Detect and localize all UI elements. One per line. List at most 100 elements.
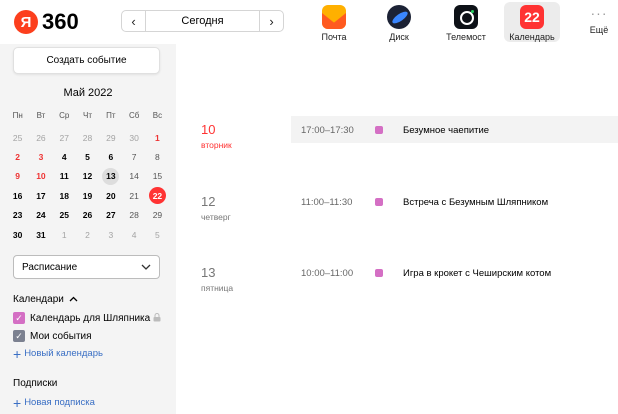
disk-icon — [387, 5, 411, 29]
event-title: Безумное чаепитие — [403, 125, 490, 136]
event-row[interactable]: 11:00–11:30 Встреча с Безумным Шляпником — [291, 188, 618, 215]
mini-calendar-month-title: Май 2022 — [63, 87, 113, 99]
event-color-marker — [375, 198, 383, 206]
calendars-title: Календари — [13, 294, 64, 305]
mini-calendar-day[interactable]: 25 — [6, 128, 29, 147]
plus-icon: + — [13, 394, 22, 411]
mini-calendar-day[interactable]: 8 — [146, 147, 169, 166]
mini-calendar-day[interactable]: 19 — [76, 186, 99, 205]
checkbox-checked-icon[interactable]: ✓ — [13, 330, 25, 342]
create-event-button[interactable]: Создать событие — [13, 47, 160, 74]
sidebar: Создать событие Май 2022 Пн Вт Ср Чт Пт … — [0, 44, 176, 414]
mini-calendar-day-today[interactable]: 22 — [146, 186, 169, 205]
weekday-label: Вт — [36, 111, 46, 120]
event-title: Встреча с Безумным Шляпником — [403, 197, 549, 208]
mini-calendar-day[interactable]: 30 — [6, 225, 29, 244]
mini-calendar-day[interactable]: 29 — [99, 128, 122, 147]
new-calendar-label: Новый календарь — [24, 348, 103, 359]
mini-calendar-day[interactable]: 27 — [99, 206, 122, 225]
mini-calendar-day[interactable]: 3 — [99, 225, 122, 244]
checkbox-checked-icon[interactable]: ✓ — [13, 312, 25, 324]
event-time: 10:00–11:00 — [301, 268, 354, 279]
schedule-view: 10 вторник 17:00–17:30 Безумное чаепитие… — [176, 44, 618, 414]
weekday-label: Ср — [59, 111, 70, 120]
mini-calendar-day[interactable]: 30 — [122, 128, 145, 147]
app-mail[interactable]: Почта — [306, 2, 362, 42]
mini-calendar-day[interactable]: 2 — [6, 147, 29, 166]
event-time: 17:00–17:30 — [301, 125, 354, 136]
mail-icon — [322, 5, 346, 29]
view-mode-select[interactable]: Расписание — [13, 255, 160, 279]
mini-calendar-day[interactable]: 20 — [99, 186, 122, 205]
more-label: Ещё — [589, 25, 609, 35]
today-button[interactable]: Сегодня — [146, 11, 259, 31]
mini-calendar-day[interactable]: 31 — [29, 225, 52, 244]
app-telemost[interactable]: Телемост — [438, 2, 494, 42]
mini-calendar-day[interactable]: 4 — [122, 225, 145, 244]
plus-icon: + — [13, 345, 22, 362]
mini-calendar-day[interactable]: 26 — [29, 128, 52, 147]
telemost-icon — [454, 5, 478, 29]
new-subscription-link[interactable]: + Новая подписка — [13, 394, 95, 411]
schedule-date-day: 13 — [201, 265, 216, 280]
yandex-logo-icon: Я — [14, 10, 38, 34]
app-calendar[interactable]: 22 Календарь — [504, 2, 560, 42]
mini-calendar-day[interactable]: 23 — [6, 206, 29, 225]
event-row[interactable]: 17:00–17:30 Безумное чаепитие — [291, 116, 618, 143]
calendar-item-hatter[interactable]: ✓ Календарь для Шляпника — [13, 312, 161, 324]
mini-calendar-day[interactable]: 17 — [29, 186, 52, 205]
new-calendar-link[interactable]: + Новый календарь — [13, 345, 103, 362]
mini-calendar-day[interactable]: 27 — [53, 128, 76, 147]
mini-calendar-day[interactable]: 11 — [53, 167, 76, 186]
app-calendar-label: Календарь — [509, 32, 555, 42]
mini-calendar-day[interactable]: 15 — [146, 167, 169, 186]
more-apps-button[interactable]: ··· Ещё — [582, 6, 616, 35]
new-subscription-label: Новая подписка — [24, 397, 95, 408]
mini-calendar-day[interactable]: 14 — [122, 167, 145, 186]
mini-calendar-day[interactable]: 10 — [29, 167, 52, 186]
lock-icon — [153, 312, 161, 324]
mini-calendar-day[interactable]: 3 — [29, 147, 52, 166]
event-color-marker — [375, 269, 383, 277]
mini-calendar-day[interactable]: 24 — [29, 206, 52, 225]
mini-calendar-days: 25 26 27 28 29 30 1 2 3 4 5 6 7 8 9 10 1… — [6, 128, 169, 244]
next-period-button[interactable]: › — [259, 11, 283, 31]
mini-calendar-day[interactable]: 9 — [6, 167, 29, 186]
event-color-marker — [375, 126, 383, 134]
app-mail-label: Почта — [321, 32, 347, 42]
mini-calendar-day[interactable]: 1 — [53, 225, 76, 244]
mini-calendar-day[interactable]: 28 — [76, 128, 99, 147]
mini-calendar-day[interactable]: 4 — [53, 147, 76, 166]
app-disk-label: Диск — [389, 32, 409, 42]
app-telemost-label: Телемост — [446, 32, 486, 42]
schedule-date-day: 12 — [201, 194, 216, 209]
subscriptions-title: Подписки — [13, 378, 58, 389]
mini-calendar-day[interactable]: 5 — [76, 147, 99, 166]
mini-calendar-day[interactable]: 29 — [146, 206, 169, 225]
mini-calendar-day[interactable]: 18 — [53, 186, 76, 205]
calendar-item-my-events[interactable]: ✓ Мои события — [13, 330, 92, 342]
yandex-360-logo[interactable]: Я 360 — [14, 9, 79, 35]
chevron-up-icon — [69, 295, 78, 304]
prev-period-button[interactable]: ‹ — [122, 11, 146, 31]
mini-calendar-day[interactable]: 2 — [76, 225, 99, 244]
mini-calendar-day[interactable]: 13 — [99, 167, 122, 186]
mini-calendar-day[interactable]: 5 — [146, 225, 169, 244]
date-navigator: ‹ Сегодня › — [121, 10, 284, 32]
app-disk[interactable]: Диск — [371, 2, 427, 42]
mini-calendar-day[interactable]: 1 — [146, 128, 169, 147]
mini-calendar-day[interactable]: 6 — [99, 147, 122, 166]
mini-calendar-day[interactable]: 7 — [122, 147, 145, 166]
weekday-label: Пн — [12, 111, 23, 120]
mini-calendar-day[interactable]: 12 — [76, 167, 99, 186]
mini-calendar-day[interactable]: 25 — [53, 206, 76, 225]
mini-calendar-day[interactable]: 21 — [122, 186, 145, 205]
more-dots-icon: ··· — [590, 5, 608, 21]
calendars-section-toggle[interactable]: Календари — [13, 294, 78, 305]
event-row[interactable]: 10:00–11:00 Игра в крокет с Чеширским ко… — [291, 259, 618, 286]
mini-calendar-day[interactable]: 28 — [122, 206, 145, 225]
event-title: Игра в крокет с Чеширским котом — [403, 268, 552, 279]
event-time: 11:00–11:30 — [301, 197, 353, 208]
mini-calendar-day[interactable]: 16 — [6, 186, 29, 205]
mini-calendar-day[interactable]: 26 — [76, 206, 99, 225]
